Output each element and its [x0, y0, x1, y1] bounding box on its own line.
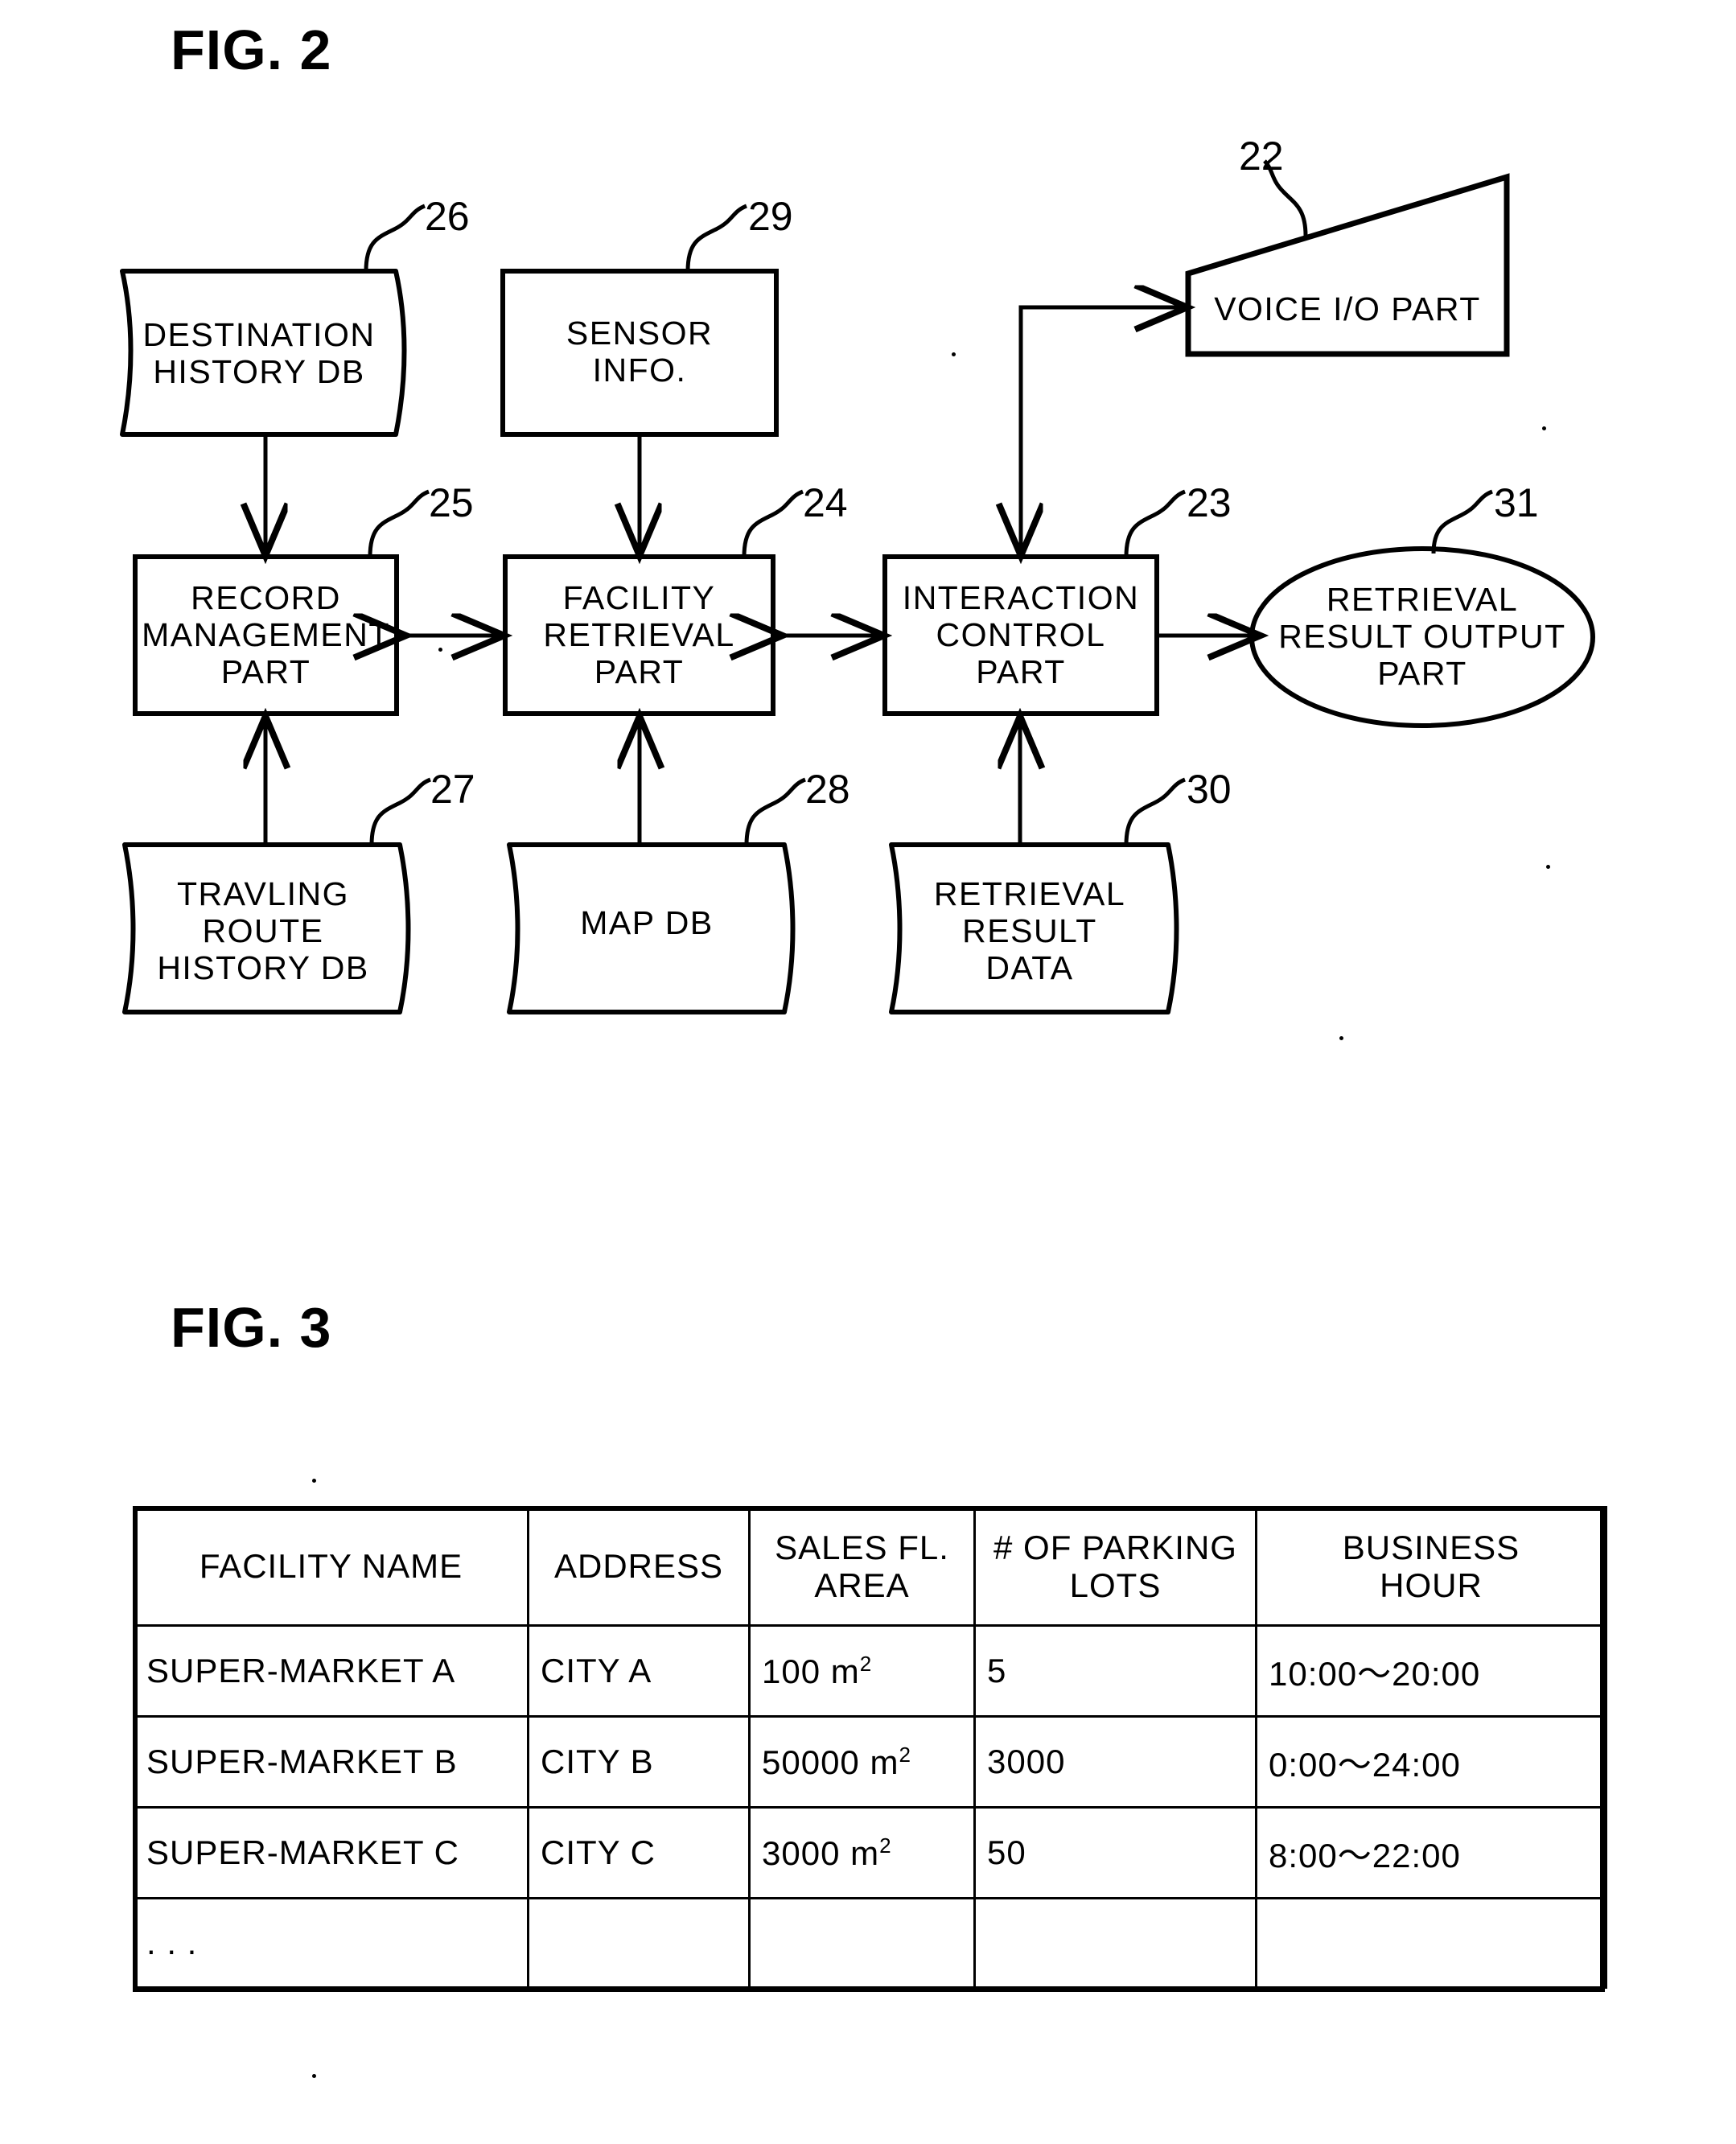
area-exponent: 2 [859, 1651, 873, 1676]
reference-numeral-24: 24 [803, 480, 848, 525]
business-hour-line-2: HOUR [1380, 1566, 1483, 1604]
column-header-parking-lots: # OF PARKING LOTS [973, 1506, 1257, 1627]
reference-numeral-27: 27 [430, 767, 475, 812]
node-retrieval-result-output-part-shape [1249, 546, 1595, 728]
sales-fl-area-line-2: AREA [814, 1566, 910, 1604]
cell-parking-lots: 5 [973, 1624, 1257, 1718]
cell-address: CITY B [527, 1715, 751, 1809]
node-destination-history-db-shape [120, 269, 407, 437]
cell-business-hour: 10:00〜20:00 [1255, 1624, 1607, 1718]
node-facility-retrieval-part-shape [503, 554, 775, 716]
connector-interaction-control-to-voice-io [1021, 307, 1183, 552]
reference-numeral-22: 22 [1239, 134, 1284, 179]
leader-line-25 [368, 489, 430, 558]
scan-speck [312, 2074, 316, 2078]
facility-table: FACILITY NAME ADDRESS SALES FL. AREA # O… [133, 1506, 1607, 1989]
node-travling-route-history-db-shape [122, 842, 411, 1014]
node-record-management-part-shape [133, 554, 399, 716]
area-exponent: 2 [899, 1742, 911, 1767]
cell-parking-lots: 50 [973, 1806, 1257, 1899]
table-row: SUPER-MARKET B CITY B 50000 m2 3000 0:00… [133, 1715, 1607, 1809]
cell-facility-name: . . . [133, 1897, 529, 1989]
cell-sales-fl-area: 50000 m2 [748, 1715, 976, 1809]
sales-fl-area-line-1: SALES FL. [775, 1528, 949, 1566]
scan-speck [1542, 426, 1546, 430]
area-value: 100 [762, 1652, 821, 1690]
area-unit: m [870, 1743, 899, 1781]
scan-speck [952, 352, 956, 356]
table-row: SUPER-MARKET C CITY C 3000 m2 50 8:00〜22… [133, 1806, 1607, 1899]
figure-2: FIG. 2 DESTINATION HISTORY DB SENSOR INF… [0, 0, 1736, 1142]
reference-numeral-30: 30 [1187, 767, 1232, 812]
table-header-row: FACILITY NAME ADDRESS SALES FL. AREA # O… [133, 1506, 1607, 1627]
business-hour-line-1: BUSINESS [1342, 1528, 1520, 1566]
cell-address: CITY A [527, 1624, 751, 1718]
scan-speck [438, 648, 442, 652]
node-retrieval-result-data-shape [889, 842, 1179, 1014]
cell-parking-lots [973, 1897, 1257, 1989]
column-header-sales-fl-area: SALES FL. AREA [748, 1506, 976, 1627]
cell-business-hour: 0:00〜24:00 [1255, 1715, 1607, 1809]
leader-line-28 [744, 777, 807, 846]
column-header-facility-name: FACILITY NAME [133, 1506, 529, 1627]
figure-2-drawing [120, 159, 1595, 1014]
leader-line-23 [1124, 489, 1187, 558]
leader-line-26 [364, 204, 426, 272]
cell-sales-fl-area: 100 m2 [748, 1624, 976, 1718]
cell-business-hour [1255, 1897, 1607, 1989]
cell-parking-lots: 3000 [973, 1715, 1257, 1809]
parking-lots-line-2: LOTS [1069, 1566, 1162, 1604]
cell-address [527, 1897, 751, 1989]
reference-numeral-26: 26 [425, 194, 470, 239]
cell-facility-name: SUPER-MARKET C [133, 1806, 529, 1899]
reference-numeral-25: 25 [429, 480, 474, 525]
node-sensor-info-shape [500, 269, 779, 437]
scan-speck [1339, 1036, 1343, 1040]
node-map-db-shape [507, 842, 796, 1014]
cell-facility-name: SUPER-MARKET A [133, 1624, 529, 1718]
leader-line-29 [685, 204, 748, 272]
cell-facility-name: SUPER-MARKET B [133, 1715, 529, 1809]
scan-speck [312, 1479, 316, 1483]
reference-numeral-29: 29 [748, 194, 793, 239]
reference-numeral-31: 31 [1494, 480, 1539, 525]
node-voice-io-part-shape [1185, 173, 1510, 357]
column-header-business-hour: BUSINESS HOUR [1255, 1506, 1607, 1627]
leader-line-24 [742, 489, 804, 558]
cell-address: CITY C [527, 1806, 751, 1899]
figure-3-title: FIG. 3 [171, 1296, 332, 1359]
area-unit: m [830, 1652, 860, 1690]
leader-line-30 [1124, 777, 1187, 846]
reference-numeral-23: 23 [1187, 480, 1232, 525]
area-value: 50000 [762, 1743, 860, 1781]
cell-business-hour: 8:00〜22:00 [1255, 1806, 1607, 1899]
leader-line-27 [369, 777, 432, 846]
column-header-address: ADDRESS [527, 1506, 751, 1627]
area-value: 3000 [762, 1833, 841, 1872]
leader-line-31 [1431, 489, 1494, 554]
reference-numeral-28: 28 [805, 767, 850, 812]
area-exponent: 2 [879, 1833, 892, 1858]
scan-speck [1546, 865, 1550, 869]
node-interaction-control-part-shape [882, 554, 1159, 716]
cell-sales-fl-area [748, 1897, 976, 1989]
parking-lots-line-1: # OF PARKING [993, 1528, 1237, 1566]
area-unit: m [850, 1833, 880, 1872]
cell-sales-fl-area: 3000 m2 [748, 1806, 976, 1899]
table-row: SUPER-MARKET A CITY A 100 m2 5 10:00〜20:… [133, 1624, 1607, 1718]
table-row: . . . [133, 1897, 1607, 1989]
